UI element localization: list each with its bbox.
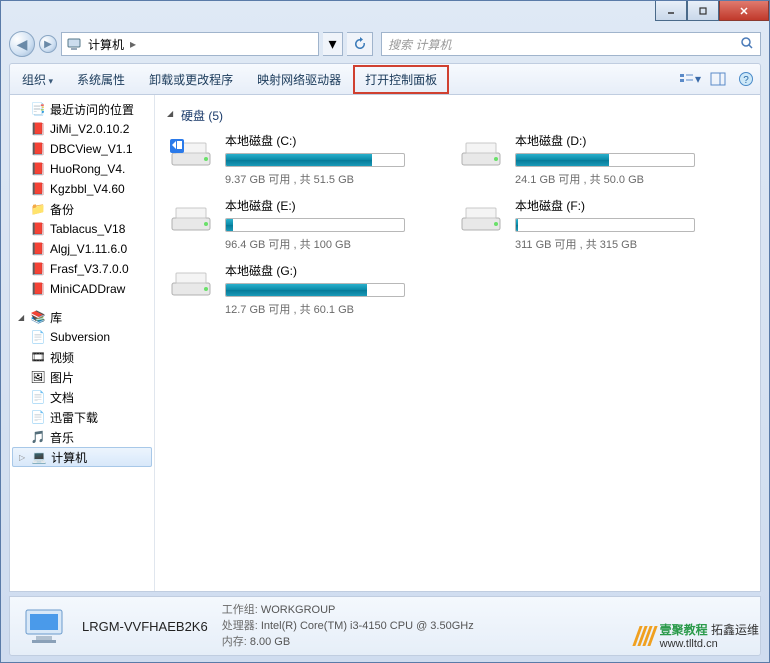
- sidebar-item[interactable]: 📕DBCView_V1.1: [10, 139, 154, 159]
- sidebar-computer[interactable]: 💻计算机: [12, 447, 152, 467]
- workgroup-value: WORKGROUP: [261, 604, 336, 616]
- organize-button[interactable]: 组织: [10, 65, 65, 94]
- drive-usage-bar: [225, 218, 405, 232]
- section-hard-drives[interactable]: 硬盘 (5): [167, 103, 748, 132]
- breadcrumb-computer[interactable]: 计算机: [86, 36, 126, 53]
- subversion-icon: 📄: [30, 329, 46, 345]
- drive-usage-bar: [225, 283, 405, 297]
- drive-stats: 96.4 GB 可用 , 共 100 GB: [225, 236, 417, 252]
- document-icon: 📄: [30, 389, 46, 405]
- sidebar-libraries[interactable]: 📚库: [10, 307, 154, 327]
- recent-icon: 📑: [30, 101, 46, 117]
- drive-icon: [167, 262, 215, 302]
- address-bar[interactable]: 计算机 ▸: [61, 32, 319, 56]
- video-icon: 🎞: [30, 349, 46, 365]
- titlebar: [1, 1, 769, 29]
- sidebar-item[interactable]: 📕Frasf_V3.7.0.0: [10, 259, 154, 279]
- drive-usage-bar: [225, 153, 405, 167]
- sidebar-item[interactable]: 📕HuoRong_V4.: [10, 159, 154, 179]
- drive-name: 本地磁盘 (E:): [225, 197, 417, 214]
- sidebar-item[interactable]: 📕MiniCADDraw: [10, 279, 154, 299]
- download-icon: 📄: [30, 409, 46, 425]
- map-drive-button[interactable]: 映射网络驱动器: [245, 65, 353, 94]
- drive-stats: 311 GB 可用 , 共 315 GB: [515, 236, 707, 252]
- drive-stats: 12.7 GB 可用 , 共 60.1 GB: [225, 301, 417, 317]
- sidebar-lib-videos[interactable]: 🎞视频: [10, 347, 154, 367]
- drive-icon: [457, 197, 505, 237]
- drive-item[interactable]: 本地磁盘 (E:) 96.4 GB 可用 , 共 100 GB: [167, 197, 417, 252]
- drive-name: 本地磁盘 (C:): [225, 132, 417, 149]
- drive-item[interactable]: 本地磁盘 (D:) 24.1 GB 可用 , 共 50.0 GB: [457, 132, 707, 187]
- drive-stats: 9.37 GB 可用 , 共 51.5 GB: [225, 171, 417, 187]
- search-input[interactable]: 搜索 计算机: [381, 32, 761, 56]
- sidebar-lib-documents[interactable]: 📄文档: [10, 387, 154, 407]
- archive-icon: 📕: [30, 281, 46, 297]
- archive-icon: 📕: [30, 141, 46, 157]
- system-properties-button[interactable]: 系统属性: [65, 65, 137, 94]
- drive-usage-bar: [515, 153, 695, 167]
- close-button[interactable]: [719, 1, 769, 21]
- sidebar-backup[interactable]: 📁备份: [10, 199, 154, 219]
- maximize-button[interactable]: [687, 1, 719, 21]
- drive-usage-bar: [515, 218, 695, 232]
- navigation-bar: ◀ ▶ 计算机 ▸ ▾ 搜索 计算机: [9, 29, 761, 59]
- search-icon: [740, 36, 754, 53]
- sidebar-lib-downloads[interactable]: 📄迅雷下载: [10, 407, 154, 427]
- computer-large-icon: [20, 602, 68, 650]
- svg-text:?: ?: [743, 75, 749, 86]
- sidebar-recent[interactable]: 📑最近访问的位置: [10, 99, 154, 119]
- archive-icon: 📕: [30, 181, 46, 197]
- uninstall-button[interactable]: 卸载或更改程序: [137, 65, 245, 94]
- drive-stats: 24.1 GB 可用 , 共 50.0 GB: [515, 171, 707, 187]
- folder-icon: 📁: [30, 201, 46, 217]
- drive-item[interactable]: 本地磁盘 (G:) 12.7 GB 可用 , 共 60.1 GB: [167, 262, 417, 317]
- cpu-value: Intel(R) Core(TM) i3-4150 CPU @ 3.50GHz: [261, 620, 474, 632]
- sidebar-lib-subversion[interactable]: 📄Subversion: [10, 327, 154, 347]
- drive-name: 本地磁盘 (D:): [515, 132, 707, 149]
- content-area: 硬盘 (5) 本地磁盘 (C:)9.37 GB 可用 , 共 51.5 GB本地…: [155, 95, 760, 591]
- archive-icon: 📕: [30, 121, 46, 137]
- sidebar-item[interactable]: 📕JiMi_V2.0.10.2: [10, 119, 154, 139]
- sidebar-lib-music[interactable]: 🎵音乐: [10, 427, 154, 447]
- sidebar: 📑最近访问的位置 📕JiMi_V2.0.10.2 📕DBCView_V1.1 📕…: [10, 95, 155, 591]
- computer-name: LRGM-VVFHAEB2K6: [82, 619, 208, 634]
- sidebar-lib-pictures[interactable]: 🖼图片: [10, 367, 154, 387]
- back-button[interactable]: ◀: [9, 31, 35, 57]
- toolbar: 组织 系统属性 卸载或更改程序 映射网络驱动器 打开控制面板 ▾ ?: [9, 63, 761, 95]
- watermark: 壹聚教程 拓鑫运维 www.tlltd.cn: [636, 621, 759, 650]
- drive-item[interactable]: 本地磁盘 (F:) 311 GB 可用 , 共 315 GB: [457, 197, 707, 252]
- view-options-button[interactable]: ▾: [676, 68, 704, 90]
- control-panel-button[interactable]: 打开控制面板: [353, 65, 449, 94]
- help-button[interactable]: ?: [732, 68, 760, 90]
- drive-icon: [167, 132, 215, 172]
- drive-icon: [457, 132, 505, 172]
- archive-icon: 📕: [30, 261, 46, 277]
- memory-value: 8.00 GB: [250, 636, 290, 648]
- picture-icon: 🖼: [30, 369, 46, 385]
- drive-name: 本地磁盘 (G:): [225, 262, 417, 279]
- drive-item[interactable]: 本地磁盘 (C:) 9.37 GB 可用 , 共 51.5 GB: [167, 132, 417, 187]
- address-dropdown[interactable]: ▾: [323, 32, 343, 56]
- preview-pane-button[interactable]: [704, 68, 732, 90]
- computer-icon: 💻: [31, 449, 47, 465]
- breadcrumb-separator[interactable]: ▸: [126, 37, 140, 51]
- library-icon: 📚: [30, 309, 46, 325]
- forward-button[interactable]: ▶: [39, 35, 57, 53]
- minimize-button[interactable]: [655, 1, 687, 21]
- sidebar-item[interactable]: 📕Algj_V1.11.6.0: [10, 239, 154, 259]
- computer-icon: [66, 36, 82, 52]
- sidebar-item[interactable]: 📕Tablacus_V18: [10, 219, 154, 239]
- archive-icon: 📕: [30, 161, 46, 177]
- search-placeholder: 搜索 计算机: [388, 36, 451, 53]
- sidebar-item[interactable]: 📕Kgzbbl_V4.60: [10, 179, 154, 199]
- archive-icon: 📕: [30, 221, 46, 237]
- drive-icon: [167, 197, 215, 237]
- refresh-button[interactable]: [347, 32, 373, 56]
- archive-icon: 📕: [30, 241, 46, 257]
- drive-name: 本地磁盘 (F:): [515, 197, 707, 214]
- music-icon: 🎵: [30, 429, 46, 445]
